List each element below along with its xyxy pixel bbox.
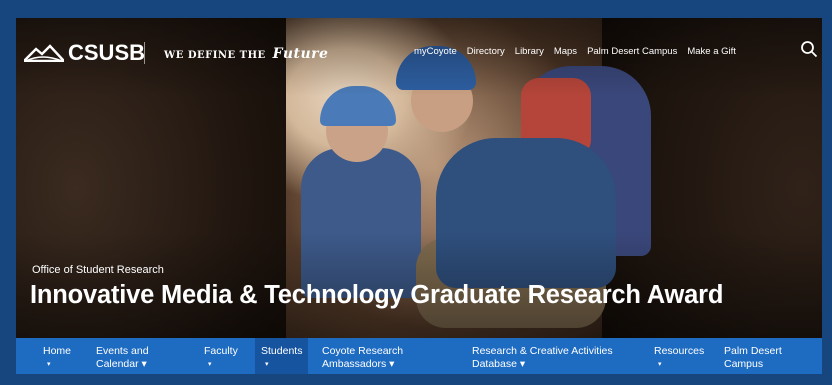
- main-nav-resources[interactable]: Resources ▾: [654, 345, 704, 371]
- main-nav-palm-desert[interactable]: Palm Desert Campus: [724, 345, 782, 371]
- nav-palm-desert-campus[interactable]: Palm Desert Campus: [587, 46, 677, 57]
- nav-maps[interactable]: Maps: [554, 46, 577, 57]
- main-nav-label: Research & Creative Activities: [472, 345, 613, 357]
- search-icon[interactable]: [800, 40, 818, 58]
- main-nav-label-line2: Calendar ▾: [96, 358, 147, 370]
- nav-make-a-gift[interactable]: Make a Gift: [687, 46, 736, 57]
- utility-nav: myCoyote Directory Library Maps Palm Des…: [414, 46, 736, 57]
- main-nav-label-line2: Database ▾: [472, 358, 526, 370]
- main-nav-coyote-research[interactable]: Coyote Research Ambassadors ▾: [322, 345, 403, 371]
- chevron-down-icon: ▾: [265, 361, 269, 368]
- main-nav-label: Coyote Research: [322, 345, 404, 357]
- main-nav-home[interactable]: Home ▾: [43, 345, 71, 371]
- main-nav-label: Home: [43, 345, 72, 357]
- tagline-prefix: WE DEFINE THE: [164, 50, 266, 61]
- main-nav-label: Palm Desert: [724, 345, 782, 357]
- csusb-logo[interactable]: CSUSB: [24, 40, 145, 66]
- main-nav-research-database[interactable]: Research & Creative Activities Database …: [472, 345, 613, 371]
- tagline-script: Future: [272, 46, 329, 62]
- header-divider: [144, 42, 145, 64]
- main-nav-label-line2: Ambassadors ▾: [322, 358, 395, 370]
- main-nav-students[interactable]: Students ▾: [255, 338, 309, 374]
- chevron-down-icon: ▾: [658, 361, 662, 368]
- brand-name: CSUSB: [68, 40, 146, 65]
- tagline: WE DEFINE THE Future: [164, 46, 328, 62]
- main-nav-label: Faculty: [204, 345, 238, 357]
- main-nav: Home ▾ Events and Calendar ▾ Faculty ▾ S…: [16, 338, 822, 374]
- chevron-down-icon: ▾: [47, 361, 51, 368]
- hero-eyebrow: Office of Student Research: [32, 264, 164, 276]
- main-nav-label: Events and: [96, 345, 149, 357]
- main-nav-faculty[interactable]: Faculty ▾: [204, 345, 238, 371]
- nav-library[interactable]: Library: [515, 46, 544, 57]
- main-nav-events[interactable]: Events and Calendar ▾: [96, 345, 149, 371]
- main-nav-label-line2: Campus: [724, 358, 764, 370]
- chevron-down-icon: ▾: [208, 361, 212, 368]
- main-nav-label: Resources: [654, 345, 705, 357]
- page-title: Innovative Media & Technology Graduate R…: [30, 281, 724, 309]
- page-card: CSUSB WE DEFINE THE Future myCoyote Dire…: [16, 18, 822, 374]
- main-nav-label: Students: [261, 345, 303, 357]
- mountain-logo-icon: [24, 44, 64, 62]
- top-bar: CSUSB WE DEFINE THE Future myCoyote Dire…: [16, 18, 822, 80]
- nav-mycoyote[interactable]: myCoyote: [414, 46, 457, 57]
- nav-directory[interactable]: Directory: [467, 46, 505, 57]
